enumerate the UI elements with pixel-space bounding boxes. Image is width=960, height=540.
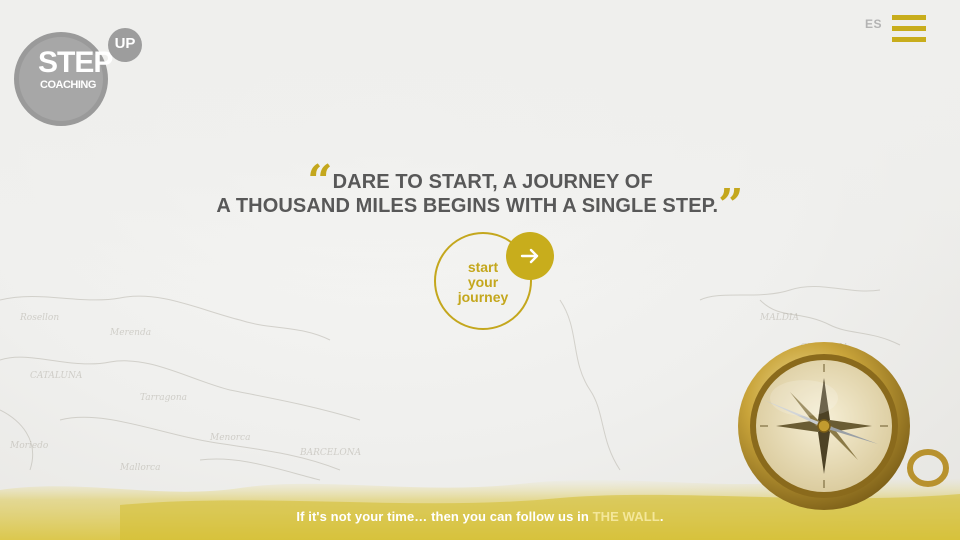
quote-line-1-text: DARE TO START, A JOURNEY OF <box>332 171 653 193</box>
arrow-right-icon <box>520 248 539 264</box>
logo-up-badge: UP <box>108 28 142 62</box>
svg-text:BARCELONA: BARCELONA <box>299 448 362 458</box>
svg-text:MALDIA: MALDIA <box>759 313 799 323</box>
hamburger-menu-icon[interactable] <box>892 15 926 42</box>
svg-text:Mallorca: Mallorca <box>119 463 160 473</box>
svg-text:Rosellon: Rosellon <box>19 313 59 323</box>
logo-step-text: STEP <box>38 46 113 79</box>
language-switch-link[interactable]: ES <box>865 17 882 31</box>
compass-image <box>738 342 949 510</box>
svg-text:CATALUNA: CATALUNA <box>30 371 83 381</box>
hero-quote: “DARE TO START, A JOURNEY OF A THOUSAND … <box>0 160 960 228</box>
svg-text:Tarragona: Tarragona <box>140 393 187 403</box>
cta-label-line: journey <box>457 289 509 305</box>
menu-bar <box>892 37 926 42</box>
step-up-coaching-logo[interactable]: STEP COACHING UP <box>14 28 142 126</box>
footer-message: If it's not your time… then you can foll… <box>0 509 960 524</box>
menu-bar <box>892 15 926 20</box>
menu-bar <box>892 26 926 31</box>
svg-text:Menorca: Menorca <box>209 433 250 443</box>
start-journey-arrow-button[interactable] <box>506 232 554 280</box>
cta-label-line: your <box>467 274 499 290</box>
landing-page: Rosellon Merenda CATALUNA Tarragona Mori… <box>0 0 960 540</box>
footer-text-end: . <box>659 509 664 524</box>
logo-coaching-text: COACHING <box>40 79 96 91</box>
svg-text:Moriedo: Moriedo <box>9 441 49 451</box>
the-wall-link[interactable]: THE WALL <box>593 509 660 524</box>
quote-line-2: A THOUSAND MILES BEGINS WITH A SINGLE ST… <box>0 184 960 228</box>
quote-line-2-text: A THOUSAND MILES BEGINS WITH A SINGLE ST… <box>216 195 719 217</box>
footer-text: If it's not your time… then you can foll… <box>296 509 593 524</box>
close-quote-icon: ” <box>718 180 744 231</box>
svg-text:Merenda: Merenda <box>109 328 151 338</box>
quote-line-1: “DARE TO START, A JOURNEY OF <box>0 160 960 204</box>
